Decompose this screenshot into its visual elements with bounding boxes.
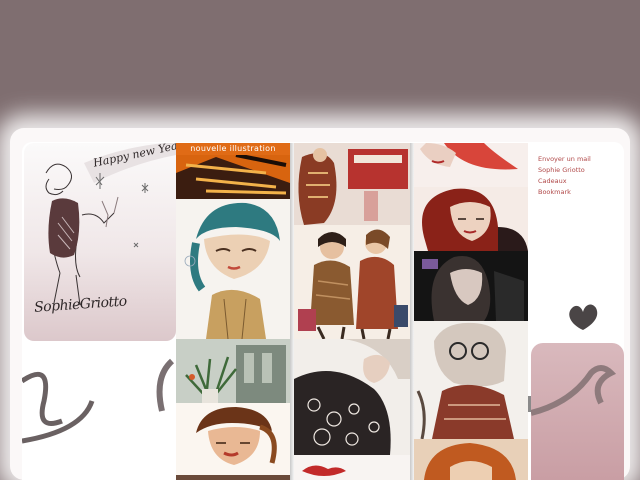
illustration-city-street: [294, 143, 410, 225]
illustration-red-hair-profile: [414, 143, 528, 187]
illustration-tile[interactable]: [414, 321, 528, 439]
illustration-tile[interactable]: [176, 339, 290, 403]
scroll-handle[interactable]: [528, 396, 531, 412]
illustration-tile[interactable]: [414, 187, 528, 251]
nav-link-bookmark[interactable]: Bookmark: [538, 187, 591, 198]
illustration-woman-brown-hat: [176, 403, 290, 475]
illustration-tile[interactable]: nouvelle illustration: [176, 143, 290, 199]
illustration-red-lips: [294, 455, 410, 480]
illustration-tile[interactable]: [176, 403, 290, 475]
illustration-tile[interactable]: [294, 225, 410, 339]
pink-decor-card: [531, 343, 624, 480]
illustration-two-women-shopping: [294, 225, 410, 339]
swirl-ornament: [531, 365, 617, 416]
profile-card[interactable]: Happy new Year! SophieGriotto: [24, 143, 176, 341]
page: Happy new Year! SophieGriotto nouvelle i…: [0, 0, 640, 480]
gallery-column-3: [414, 143, 528, 480]
illustration-tile[interactable]: [414, 143, 528, 187]
illustration-lace-dress: [294, 339, 410, 455]
decorative-swirl-area: [22, 341, 176, 480]
illustration-tile[interactable]: [176, 475, 290, 480]
illustration-tile[interactable]: [414, 439, 528, 480]
side-navigation: Envoyer un mail Sophie Griotto Cadeaux B…: [538, 154, 591, 198]
nav-link-gifts[interactable]: Cadeaux: [538, 176, 591, 187]
new-illustration-banner[interactable]: nouvelle illustration: [176, 143, 290, 155]
heart-icon[interactable]: [566, 300, 600, 334]
illustration-tile[interactable]: [294, 339, 410, 455]
illustration-tile[interactable]: [294, 455, 410, 480]
illustration-tile[interactable]: [294, 143, 410, 225]
illustration-auburn-woman: [414, 187, 528, 251]
nav-link-send-mail[interactable]: Envoyer un mail: [538, 154, 591, 165]
illustration-copper-hair: [414, 439, 528, 480]
swirl-ornament: [22, 358, 175, 444]
illustration-plant-window: [176, 339, 290, 403]
nav-link-sophie-griotto[interactable]: Sophie Griotto: [538, 165, 591, 176]
illustration-sunglasses-woman: [414, 321, 528, 439]
illustration-tile[interactable]: [414, 251, 528, 321]
illustration-tile[interactable]: [176, 199, 290, 339]
gallery-column-1: nouvelle illustration: [176, 143, 290, 480]
gallery-column-2: [294, 143, 410, 480]
illustration-dark-portrait: [414, 251, 528, 321]
illustration-woman-teal-hat: [176, 199, 290, 339]
